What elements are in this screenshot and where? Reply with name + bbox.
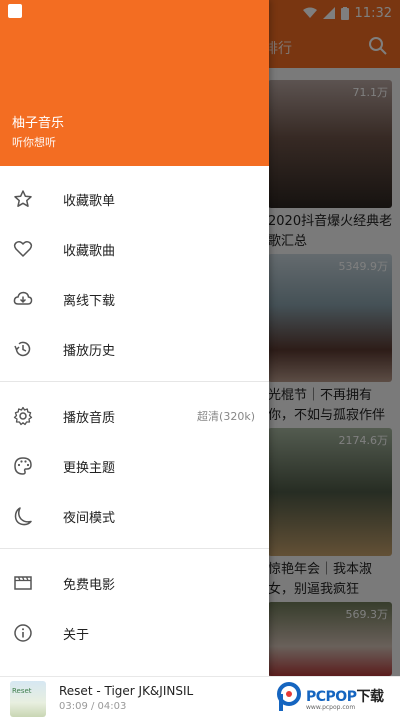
menu-label: 播放音质 (63, 410, 116, 426)
menu-label: 免费电影 (63, 577, 116, 593)
palette-icon (14, 457, 32, 475)
menu-item-favorite-playlists[interactable]: 收藏歌单 (0, 174, 269, 224)
menu-item-offline-download[interactable]: 离线下载 (0, 274, 269, 324)
cover-text: Reset (12, 687, 32, 695)
menu-label: 更换主题 (63, 460, 116, 476)
menu-label: 播放历史 (63, 343, 116, 359)
menu-item-free-movies[interactable]: 免费电影 (0, 558, 269, 608)
gear-icon (13, 406, 33, 426)
song-title: Reset - Tiger JK&JINSIL (59, 684, 194, 698)
info-icon (14, 624, 32, 642)
cloud-download-icon (13, 291, 33, 305)
drawer-header: 柚子音乐 听你想听 (0, 0, 269, 166)
menu-divider (0, 381, 269, 382)
watermark-url: www.pcpop.com (306, 704, 356, 711)
app-name: 柚子音乐 (12, 116, 65, 131)
menu-item-about[interactable]: 关于 (0, 608, 269, 658)
audio-quality-value: 超清(320k) (197, 410, 255, 423)
watermark-suffix: 下载 (356, 689, 384, 705)
app-subtitle: 听你想听 (12, 136, 56, 149)
watermark-brand-name: PCPOP (306, 689, 357, 705)
heart-icon (13, 241, 33, 257)
menu-item-change-theme[interactable]: 更换主题 (0, 441, 269, 491)
star-icon (14, 190, 32, 207)
menu-divider (0, 548, 269, 549)
menu-item-night-mode[interactable]: 夜间模式 (0, 491, 269, 541)
menu-item-favorite-songs[interactable]: 收藏歌曲 (0, 224, 269, 274)
notification-icon (8, 4, 22, 18)
menu-label: 关于 (63, 627, 90, 643)
watermark: PCPOP下载 www.pcpop.com (276, 680, 400, 716)
menu-label: 夜间模式 (63, 510, 116, 526)
album-cover[interactable]: Reset (10, 681, 46, 717)
drawer-menu: 收藏歌单 收藏歌曲 离线下载 播放历史 播放音质 超清(320k) 更换主题 夜… (0, 174, 269, 658)
movie-icon (14, 576, 32, 590)
navigation-drawer: 柚子音乐 听你想听 收藏歌单 收藏歌曲 离线下载 播放历史 播放音质 超清(32… (0, 0, 269, 676)
menu-label: 收藏歌曲 (63, 243, 116, 259)
pcpop-logo-icon (277, 682, 301, 711)
menu-item-audio-quality[interactable]: 播放音质 超清(320k) (0, 391, 269, 441)
menu-label: 收藏歌单 (63, 193, 116, 209)
playback-time: 03:09 / 04:03 (59, 701, 127, 712)
watermark-brand: PCPOP下载 (306, 686, 384, 706)
menu-label: 离线下载 (63, 293, 116, 309)
history-icon (14, 341, 31, 357)
moon-icon (14, 507, 32, 526)
menu-item-play-history[interactable]: 播放历史 (0, 324, 269, 374)
